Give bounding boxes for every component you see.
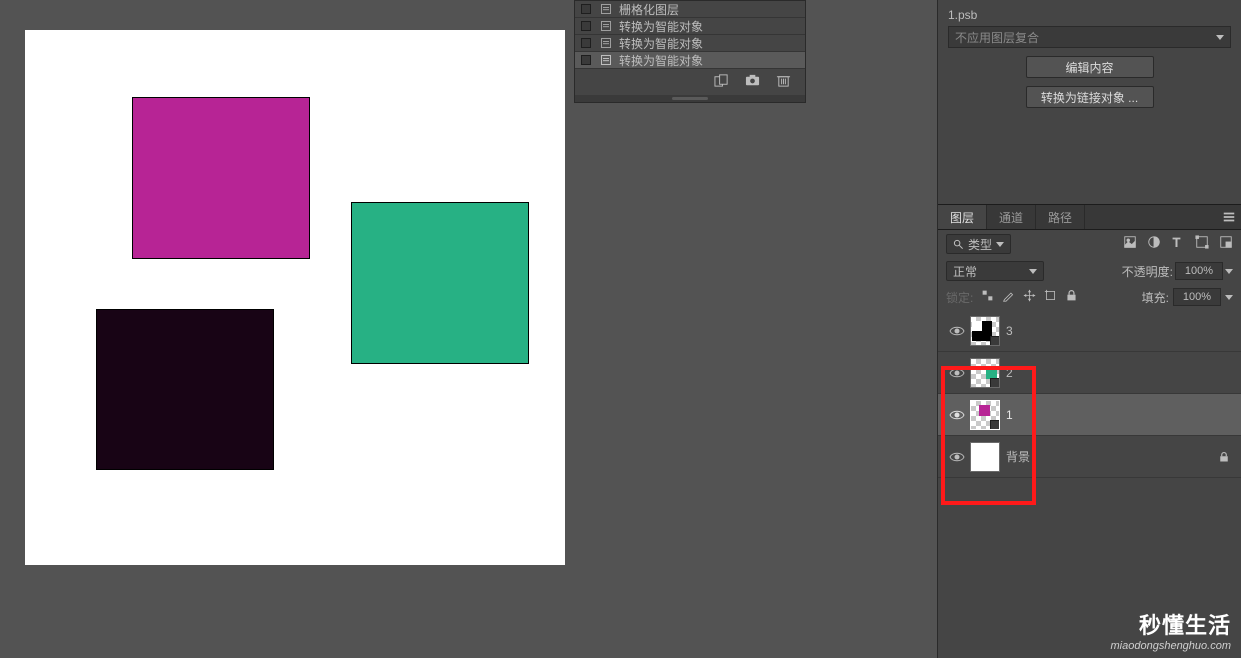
layers-panel-tabs: 图层 通道 路径 (938, 204, 1241, 230)
canvas[interactable] (25, 30, 565, 565)
layer-thumbnail[interactable] (970, 400, 1000, 430)
blend-mode-value: 正常 (953, 263, 977, 280)
edit-contents-button[interactable]: 编辑内容 (1026, 56, 1154, 78)
opacity-value: 100% (1185, 265, 1213, 277)
watermark: 秒懂生活 miaodongshenghuo.com (1111, 608, 1231, 652)
history-item[interactable]: 转换为智能对象 (575, 35, 805, 52)
filter-smartobject-icon[interactable] (1219, 235, 1233, 254)
blend-mode-row: 正常 不透明度: 100% (938, 258, 1241, 284)
watermark-url: miaodongshenghuo.com (1111, 640, 1231, 652)
fill-label: 填充: (1142, 289, 1169, 306)
layer-comp-dropdown[interactable]: 不应用图层复合 (948, 26, 1231, 48)
history-panel: 栅格化图层 转换为智能对象 转换为智能对象 转换为智能对象 (574, 0, 806, 103)
layer-icon (597, 37, 615, 49)
smart-object-badge-icon (990, 336, 1000, 346)
layer-name[interactable]: 3 (1006, 324, 1235, 338)
filter-type-dropdown[interactable]: 类型 (946, 234, 1011, 254)
panel-grip[interactable] (575, 95, 805, 102)
lock-all-icon[interactable] (1065, 289, 1078, 305)
fill-value-input[interactable]: 100% (1173, 288, 1221, 306)
visibility-toggle[interactable] (944, 449, 970, 465)
layer-thumbnail[interactable] (970, 442, 1000, 472)
smart-object-badge-icon (990, 420, 1000, 430)
layer-comp-value: 不应用图层复合 (955, 29, 1039, 46)
blend-mode-dropdown[interactable]: 正常 (946, 261, 1044, 281)
right-panel-column: 1.psb 不应用图层复合 编辑内容 转换为链接对象 ... 图层 通道 路径 … (937, 0, 1241, 658)
smart-object-filename: 1.psb (938, 4, 1241, 22)
layer-name[interactable]: 背景 (1006, 448, 1213, 465)
history-checkbox[interactable] (581, 38, 591, 48)
lock-icon (1213, 451, 1235, 463)
shape-purple-square[interactable] (132, 97, 310, 259)
chevron-down-icon[interactable] (1225, 295, 1233, 300)
history-item-label: 栅格化图层 (615, 1, 805, 18)
tab-label: 路径 (1048, 209, 1072, 226)
history-checkbox[interactable] (581, 21, 591, 31)
shape-green-square[interactable] (351, 202, 529, 364)
lock-pixels-icon[interactable] (1002, 289, 1015, 305)
new-document-from-state-icon[interactable] (714, 73, 729, 91)
chevron-down-icon (1029, 269, 1037, 274)
history-item-label: 转换为智能对象 (615, 35, 805, 52)
lock-position-icon[interactable] (1023, 289, 1036, 305)
chevron-down-icon[interactable] (1225, 269, 1233, 274)
visibility-toggle[interactable] (944, 365, 970, 381)
history-checkbox[interactable] (581, 4, 591, 14)
history-checkbox[interactable] (581, 55, 591, 65)
lock-label: 锁定: (946, 289, 973, 306)
layers-list: 3 2 1 背景 (938, 310, 1241, 478)
lock-artboard-icon[interactable] (1044, 289, 1057, 305)
layer-row[interactable]: 1 (938, 394, 1241, 436)
layer-name[interactable]: 1 (1006, 408, 1235, 422)
layer-thumbnail[interactable] (970, 358, 1000, 388)
properties-panel: 1.psb 不应用图层复合 编辑内容 转换为链接对象 ... (938, 0, 1241, 204)
tab-paths[interactable]: 路径 (1036, 205, 1085, 229)
layer-icon (597, 20, 615, 32)
layer-thumbnail[interactable] (970, 316, 1000, 346)
layer-row[interactable]: 背景 (938, 436, 1241, 478)
visibility-toggle[interactable] (944, 323, 970, 339)
history-item-label: 转换为智能对象 (615, 18, 805, 35)
chevron-down-icon (1216, 35, 1224, 40)
visibility-toggle[interactable] (944, 407, 970, 423)
edit-contents-label: 编辑内容 (1065, 59, 1113, 76)
chevron-down-icon (996, 242, 1004, 247)
tab-layers[interactable]: 图层 (938, 205, 987, 229)
convert-to-linked-label: 转换为链接对象 ... (1041, 89, 1138, 106)
tab-channels[interactable]: 通道 (987, 205, 1036, 229)
layer-row[interactable]: 2 (938, 352, 1241, 394)
panel-menu-icon[interactable] (1217, 205, 1241, 229)
tab-label: 通道 (999, 209, 1023, 226)
convert-to-linked-button[interactable]: 转换为链接对象 ... (1026, 86, 1154, 108)
filter-type-label: 类型 (968, 236, 992, 253)
history-toolbar (575, 69, 805, 95)
opacity-label: 不透明度: (1122, 263, 1173, 280)
tab-label: 图层 (950, 209, 974, 226)
history-item[interactable]: 转换为智能对象 (575, 18, 805, 35)
snapshot-icon[interactable] (745, 73, 760, 91)
layer-icon (597, 54, 615, 66)
layer-name[interactable]: 2 (1006, 366, 1235, 380)
trash-icon[interactable] (776, 73, 791, 91)
filter-pixel-icon[interactable] (1123, 235, 1137, 254)
svg-text:T: T (1173, 235, 1181, 249)
filter-shape-icon[interactable] (1195, 235, 1209, 254)
filter-adjustment-icon[interactable] (1147, 235, 1161, 254)
smart-object-badge-icon (990, 378, 1000, 388)
watermark-title: 秒懂生活 (1111, 608, 1231, 640)
lock-row: 锁定: 填充: 100% (938, 284, 1241, 310)
history-item[interactable]: 转换为智能对象 (575, 52, 805, 69)
filter-type-icon[interactable]: T (1171, 235, 1185, 254)
fill-value: 100% (1183, 291, 1211, 303)
layer-icon (597, 3, 615, 15)
search-icon (953, 239, 964, 250)
layer-row[interactable]: 3 (938, 310, 1241, 352)
shape-black-square[interactable] (96, 309, 274, 470)
lock-transparency-icon[interactable] (981, 289, 994, 305)
opacity-value-input[interactable]: 100% (1175, 262, 1223, 280)
history-item-label: 转换为智能对象 (615, 52, 805, 69)
history-item[interactable]: 栅格化图层 (575, 1, 805, 18)
layer-filter-row: 类型 T (938, 230, 1241, 258)
